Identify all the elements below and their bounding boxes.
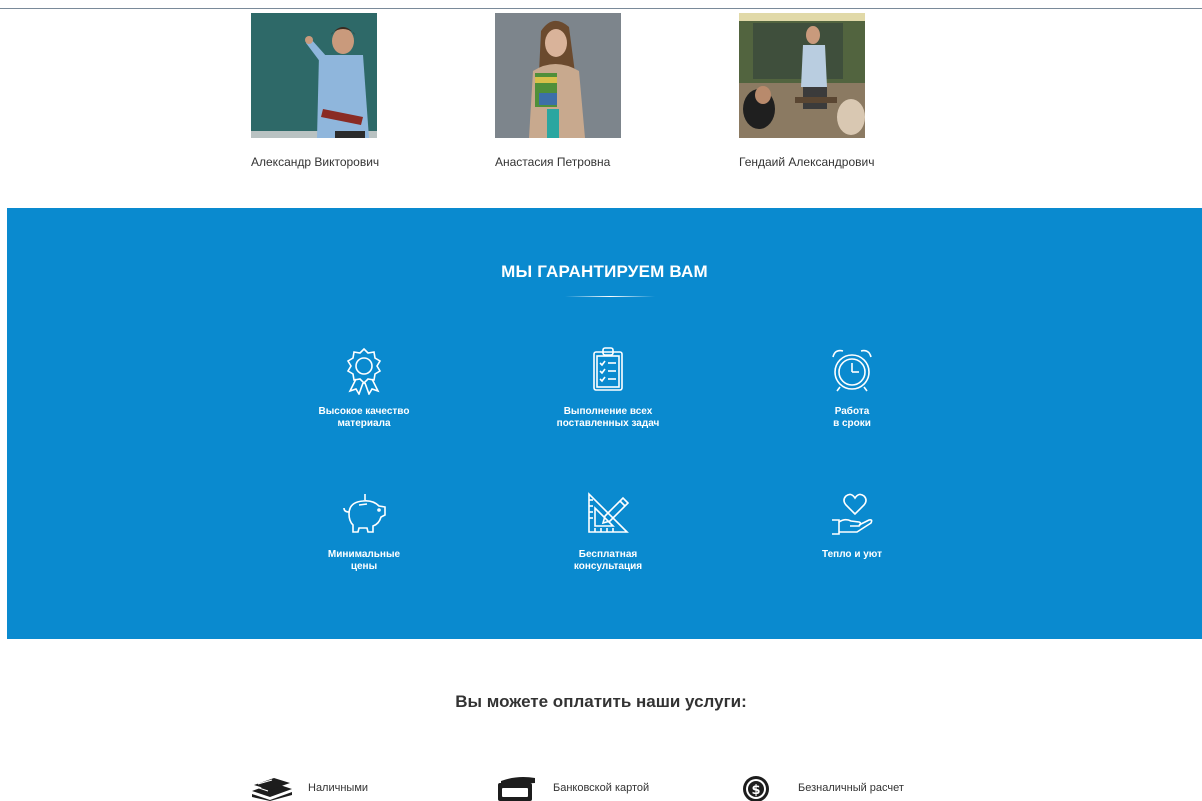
teacher-name: Гендаий Александрович [739, 155, 875, 169]
feature-comfort: Тепло и уют [767, 488, 937, 561]
payment-label: Банковской картой [553, 782, 650, 794]
feature-label: Бесплатная консультация [573, 549, 643, 572]
ruler-pencil-icon [588, 492, 630, 533]
feature-label: Высокое качество материала [318, 406, 410, 429]
svg-text:$: $ [751, 783, 760, 798]
teacher-card: Александр Викторович [251, 13, 431, 169]
award-badge-icon [346, 347, 382, 395]
guarantee-title: МЫ ГАРАНТИРУЕМ ВАМ [501, 262, 708, 281]
payment-label: Наличными [308, 782, 369, 794]
teacher-photo [495, 13, 621, 138]
payment-label: Безналичный расчет [798, 782, 904, 794]
dollar-coin-icon: $ [743, 776, 769, 801]
feature-label: Работа в сроки [833, 406, 871, 429]
payment-title: Вы можете оплатить наши услуги: [455, 692, 747, 711]
feature-label: Тепло и уют [822, 549, 882, 560]
feature-label: Выполнение всех поставленных задач [556, 406, 660, 429]
feature-label: Минимальные цены [327, 549, 401, 572]
teacher-card: Гендаий Александрович [739, 13, 919, 169]
feature-quality: Высокое качество материала [279, 345, 449, 430]
feature-consultation: Бесплатная консультация [523, 488, 693, 573]
payment-method-cash: Наличными [250, 775, 368, 801]
feature-tasks: Выполнение всех поставленных задач [523, 345, 693, 430]
teacher-card: Анастасия Петровна [495, 13, 675, 169]
cash-stack-icon [252, 778, 292, 801]
top-divider [0, 8, 1202, 9]
payment-method-transfer: $ Безналичный расчет [740, 775, 904, 801]
checklist-clipboard-icon [593, 347, 623, 391]
alarm-clock-icon [832, 349, 872, 392]
piggy-bank-icon [343, 494, 386, 533]
bank-card-icon [498, 777, 535, 801]
teacher-photo [251, 13, 377, 138]
guarantee-section: МЫ ГАРАНТИРУЕМ ВАМ Высокое качество мате… [7, 208, 1202, 639]
feature-prices: Минимальные цены [279, 488, 449, 573]
teacher-photo [739, 13, 865, 138]
teacher-name: Анастасия Петровна [495, 155, 611, 169]
hand-heart-icon [832, 493, 873, 535]
payment-method-card: Банковской картой [495, 775, 649, 801]
title-underline [565, 296, 655, 297]
teacher-name: Александр Викторович [251, 155, 380, 169]
feature-deadline: Работа в сроки [767, 345, 937, 430]
